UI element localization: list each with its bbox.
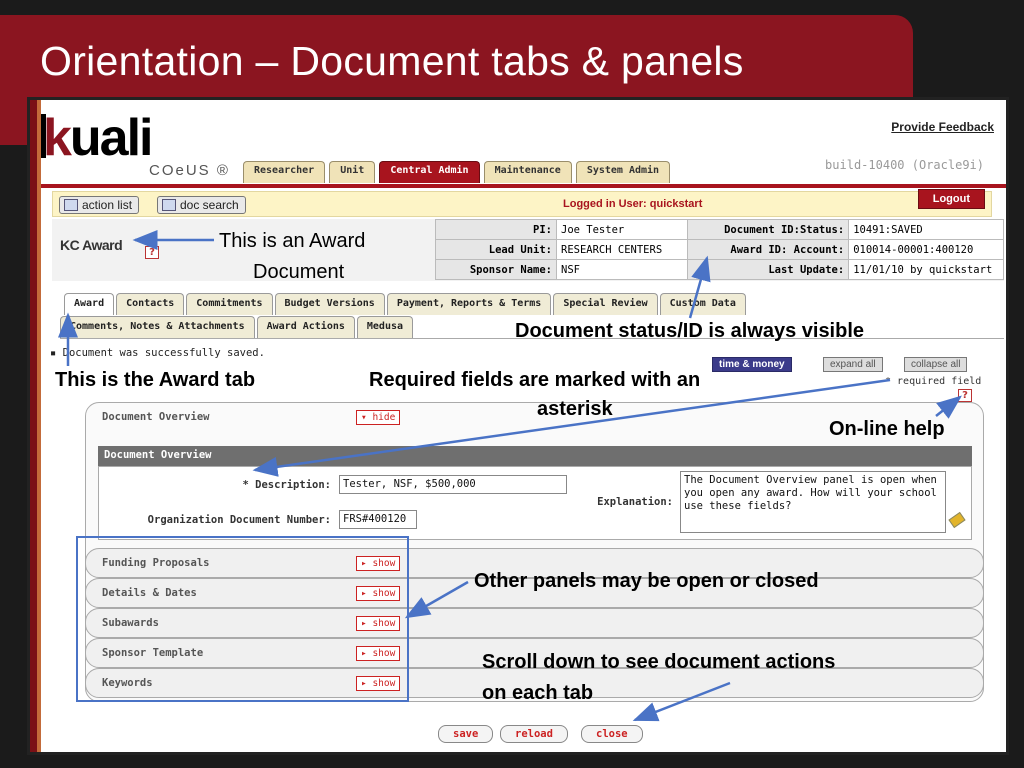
arrow-scroll: [632, 681, 731, 722]
arrow-required: [252, 378, 891, 477]
arrow-status: [688, 255, 711, 319]
annotation-arrows: [58, 230, 962, 722]
arrow-help: [935, 395, 962, 419]
arrow-panels: [404, 580, 469, 619]
